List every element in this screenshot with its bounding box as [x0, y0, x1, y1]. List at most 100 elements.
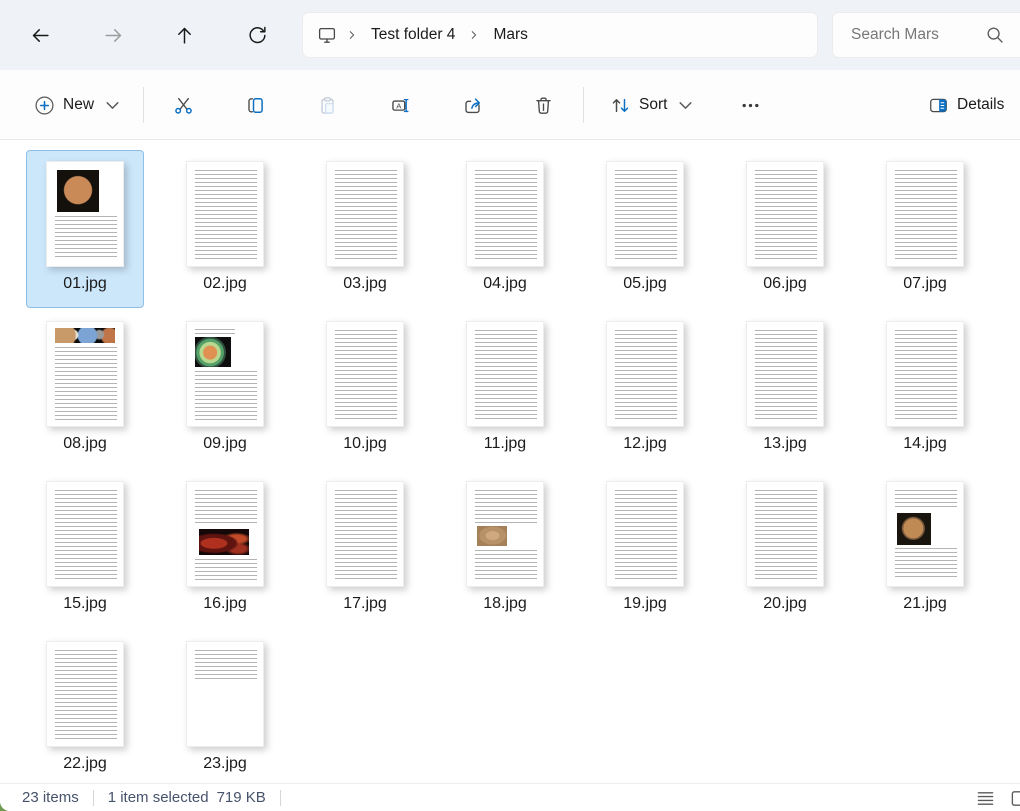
file-tile[interactable]: 23.jpg	[166, 630, 284, 783]
file-name-label: 04.jpg	[483, 275, 527, 292]
thumbnail-text-lines	[195, 650, 257, 680]
file-tile[interactable]: 22.jpg	[26, 630, 144, 783]
monitor-icon	[313, 25, 343, 45]
list-view-button[interactable]	[972, 785, 998, 811]
thumbnail-image	[897, 513, 931, 545]
thumbnail-text-lines	[55, 650, 117, 740]
thumbnail-text-lines	[755, 330, 817, 420]
selection-size: 719 KB	[216, 789, 266, 806]
thumbnail-image	[199, 529, 249, 555]
file-name-label: 12.jpg	[623, 435, 667, 452]
copy-icon	[247, 97, 263, 113]
forward-button[interactable]	[94, 16, 132, 54]
file-name-label: 14.jpg	[903, 435, 947, 452]
file-tile[interactable]: 12.jpg	[586, 310, 704, 468]
file-tile[interactable]: 20.jpg	[726, 470, 844, 628]
thumbnail-text-lines	[895, 170, 957, 260]
cut-icon	[174, 97, 192, 114]
delete-button[interactable]	[521, 83, 565, 127]
file-name-label: 13.jpg	[763, 435, 807, 452]
sort-button[interactable]: Sort	[598, 83, 708, 127]
up-button[interactable]	[165, 16, 203, 54]
file-tile[interactable]: 08.jpg	[26, 310, 144, 468]
address-bar[interactable]: Test folder 4 Mars	[302, 12, 818, 58]
file-tile[interactable]: 15.jpg	[26, 470, 144, 628]
thumbnail-text-lines	[195, 490, 257, 526]
file-tile[interactable]: 09.jpg	[166, 310, 284, 468]
up-arrow-icon	[177, 27, 191, 44]
breadcrumb-item-current[interactable]: Mars	[483, 18, 537, 52]
paste-icon	[320, 96, 334, 114]
file-thumbnail	[746, 481, 824, 587]
thumbnail-view-icon	[1011, 790, 1020, 806]
paste-button[interactable]	[305, 83, 349, 127]
back-button[interactable]	[21, 16, 59, 54]
share-button[interactable]	[450, 83, 494, 127]
thumbnail-text-lines	[55, 347, 117, 420]
file-tile[interactable]: 21.jpg	[866, 470, 984, 628]
file-thumbnail	[46, 161, 124, 267]
file-name-label: 05.jpg	[623, 275, 667, 292]
thumbnail-text-lines	[615, 170, 677, 260]
file-tile[interactable]: 03.jpg	[306, 150, 424, 308]
thumbnail-text-lines	[475, 490, 537, 523]
new-button[interactable]: New	[22, 83, 135, 127]
file-tile[interactable]: 17.jpg	[306, 470, 424, 628]
file-tile[interactable]: 01.jpg	[26, 150, 144, 308]
file-thumbnail	[746, 321, 824, 427]
new-button-label: New	[63, 96, 95, 113]
chevron-down-icon	[106, 101, 119, 109]
file-tile[interactable]: 04.jpg	[446, 150, 564, 308]
thumbnail-text-lines	[475, 550, 537, 580]
file-name-label: 11.jpg	[483, 435, 527, 452]
statusbar-separator	[92, 789, 94, 806]
toolbar-separator	[143, 87, 144, 123]
details-toggle-button[interactable]: Details	[918, 83, 1014, 127]
thumbnail-text-lines	[615, 330, 677, 420]
cut-button[interactable]	[161, 83, 205, 127]
file-tile[interactable]: 05.jpg	[586, 150, 704, 308]
file-thumbnail	[326, 481, 404, 587]
copy-button[interactable]	[233, 83, 277, 127]
sort-button-label: Sort	[639, 96, 668, 113]
thumbnail-text-lines	[755, 490, 817, 580]
thumbnail-text-lines	[475, 170, 537, 260]
file-tile[interactable]: 19.jpg	[586, 470, 704, 628]
file-name-label: 17.jpg	[343, 595, 387, 612]
file-thumbnail	[46, 321, 124, 427]
file-thumbnail	[46, 481, 124, 587]
file-thumbnail	[746, 161, 824, 267]
file-tile[interactable]: 10.jpg	[306, 310, 424, 468]
thumbnail-text-lines	[895, 490, 957, 510]
search-icon[interactable]	[985, 25, 1005, 50]
thumbnail-text-lines	[895, 330, 957, 420]
svg-text:A: A	[396, 101, 402, 110]
file-name-label: 22.jpg	[63, 755, 107, 772]
rename-button[interactable]: A	[378, 83, 422, 127]
thumbnail-image	[57, 170, 99, 212]
file-thumbnail	[186, 641, 264, 747]
breadcrumb-item-parent[interactable]: Test folder 4	[361, 18, 465, 52]
file-tile[interactable]: 11.jpg	[446, 310, 564, 468]
thumbnail-text-lines	[55, 216, 117, 260]
file-thumbnail	[466, 321, 544, 427]
file-tile[interactable]: 13.jpg	[726, 310, 844, 468]
file-tile[interactable]: 14.jpg	[866, 310, 984, 468]
file-name-label: 02.jpg	[203, 275, 247, 292]
file-tile[interactable]: 16.jpg	[166, 470, 284, 628]
file-thumbnail	[46, 641, 124, 747]
thumbnail-text-lines	[195, 371, 257, 420]
file-thumbnail	[886, 321, 964, 427]
thumbnail-view-button[interactable]	[1006, 785, 1020, 811]
navigation-bar: Test folder 4 Mars	[0, 0, 1020, 70]
file-name-label: 20.jpg	[763, 595, 807, 612]
file-tile[interactable]: 06.jpg	[726, 150, 844, 308]
refresh-button[interactable]	[238, 16, 276, 54]
file-tile[interactable]: 02.jpg	[166, 150, 284, 308]
chevron-right-icon	[345, 28, 359, 42]
file-name-label: 09.jpg	[203, 435, 247, 452]
file-name-label: 07.jpg	[903, 275, 947, 292]
more-options-button[interactable]	[728, 83, 772, 127]
file-tile[interactable]: 18.jpg	[446, 470, 564, 628]
file-tile[interactable]: 07.jpg	[866, 150, 984, 308]
